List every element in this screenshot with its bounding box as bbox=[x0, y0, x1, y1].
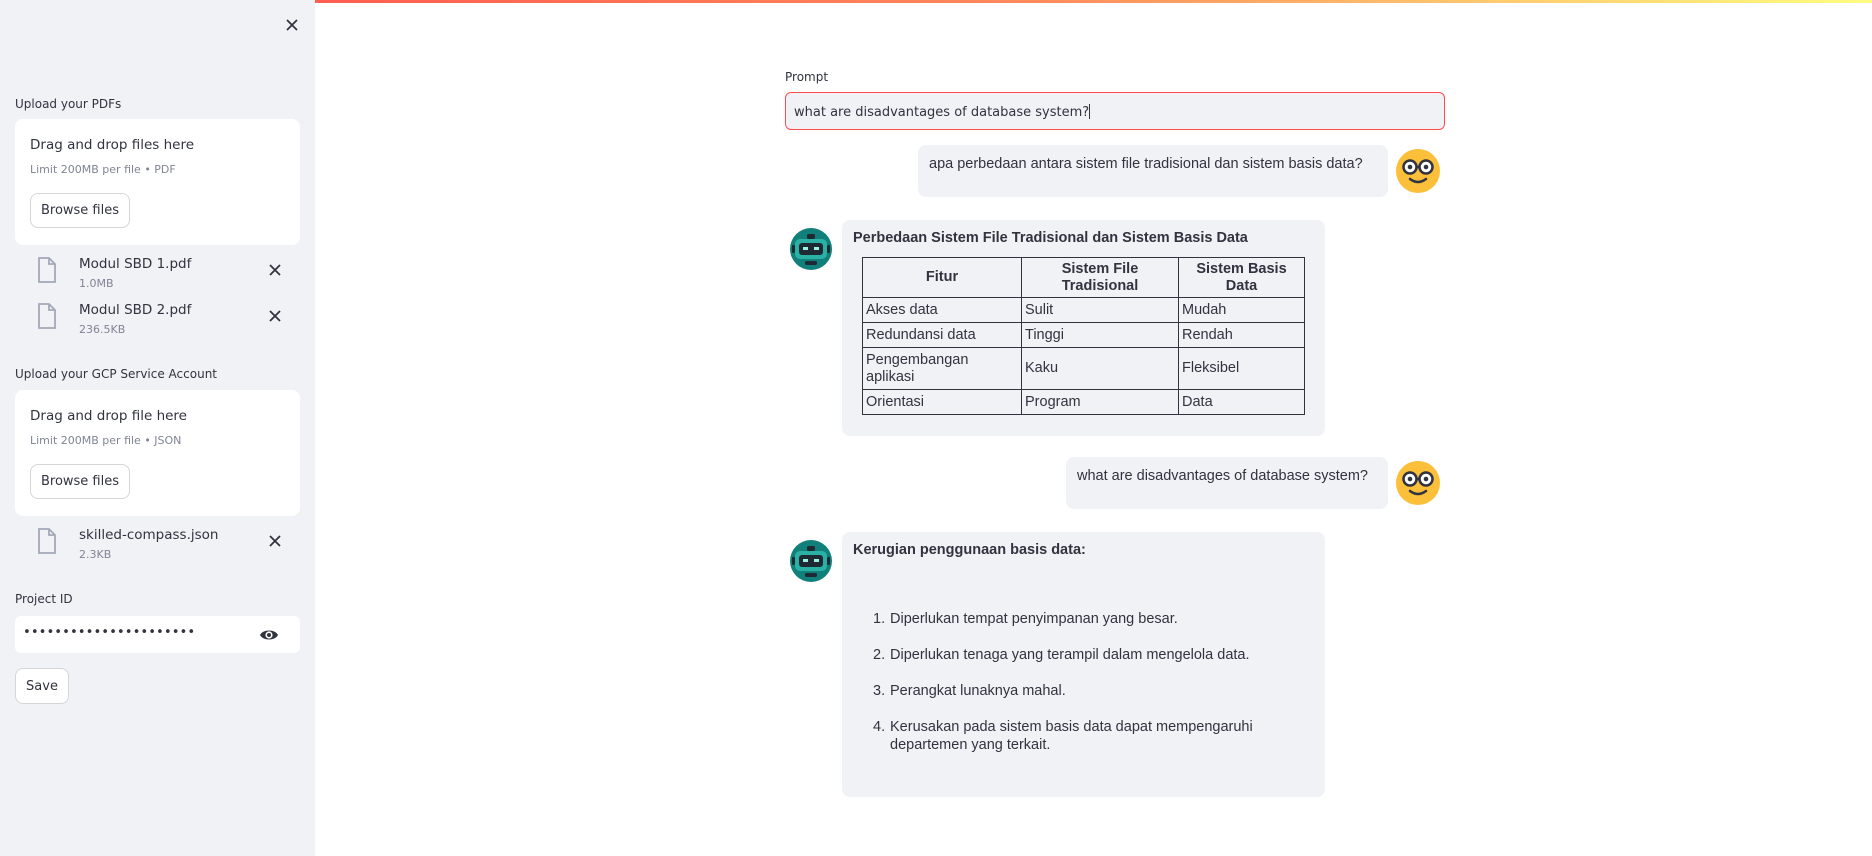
close-sidebar-button[interactable] bbox=[281, 14, 303, 36]
file-icon bbox=[38, 303, 56, 329]
table-cell: Data bbox=[1178, 389, 1305, 415]
user-avatar-icon bbox=[1396, 149, 1440, 193]
user-avatar-icon bbox=[1396, 461, 1440, 505]
bot-avatar-icon bbox=[790, 540, 832, 582]
uploaded-file-item: Modul SBD 2.pdf 236.5KB bbox=[15, 298, 300, 340]
gcp-dropzone[interactable]: Drag and drop file here Limit 200MB per … bbox=[15, 390, 300, 516]
gcp-browse-button[interactable]: Browse files bbox=[30, 464, 130, 499]
pdf-browse-button[interactable]: Browse files bbox=[30, 193, 130, 228]
prompt-value: what are disadvantages of database syste… bbox=[794, 104, 1091, 120]
list-number: 2. bbox=[873, 647, 886, 663]
table-row: Orientasi Program Data bbox=[862, 389, 1305, 415]
uploaded-file-item: Modul SBD 1.pdf 1.0MB bbox=[15, 252, 300, 294]
remove-file-icon[interactable] bbox=[265, 531, 285, 551]
list-item-text: Kerusakan pada sistem basis data dapat m… bbox=[890, 719, 1253, 735]
table-cell: Fleksibel bbox=[1178, 347, 1305, 390]
file-size: 1.0MB bbox=[79, 277, 114, 290]
project-id-input[interactable]: •••••••••••••••••••••• bbox=[15, 616, 300, 653]
gcp-dropzone-title: Drag and drop file here bbox=[30, 408, 187, 424]
table-cell: Orientasi bbox=[862, 389, 1022, 415]
table-cell: Sulit bbox=[1021, 297, 1179, 323]
assistant-message-title: Perbedaan Sistem File Tradisional dan Si… bbox=[853, 230, 1248, 246]
file-name: Modul SBD 1.pdf bbox=[79, 256, 192, 272]
pdf-uploader-label: Upload your PDFs bbox=[15, 97, 122, 111]
prompt-label: Prompt bbox=[785, 70, 829, 84]
uploaded-file-item: skilled-compass.json 2.3KB bbox=[15, 523, 300, 565]
table-header-cell: Sistem File Tradisional bbox=[1021, 257, 1179, 298]
list-item-text: departemen yang terkait. bbox=[890, 737, 1051, 753]
table-header-cell: Sistem Basis Data bbox=[1178, 257, 1305, 298]
prompt-input[interactable]: what are disadvantages of database syste… bbox=[785, 92, 1445, 130]
project-id-label: Project ID bbox=[15, 592, 73, 606]
file-icon bbox=[38, 528, 56, 554]
list-number: 1. bbox=[873, 611, 886, 627]
user-message: what are disadvantages of database syste… bbox=[1066, 457, 1388, 509]
user-message-text: apa perbedaan antara sistem file tradisi… bbox=[929, 156, 1363, 172]
table-row: Redundansi data Tinggi Rendah bbox=[862, 322, 1305, 348]
file-size: 236.5KB bbox=[79, 323, 126, 336]
eye-icon[interactable] bbox=[258, 624, 280, 646]
table-cell: Pengembangan aplikasi bbox=[862, 347, 1022, 390]
bot-avatar-icon bbox=[790, 228, 832, 270]
project-id-value: •••••••••••••••••••••• bbox=[23, 625, 196, 640]
text-caret bbox=[1089, 104, 1091, 119]
user-message: apa perbedaan antara sistem file tradisi… bbox=[918, 145, 1388, 197]
list-item-text: Diperlukan tenaga yang terampil dalam me… bbox=[890, 647, 1250, 663]
table-cell: Rendah bbox=[1178, 322, 1305, 348]
table-cell: Redundansi data bbox=[862, 322, 1022, 348]
table-cell: Tinggi bbox=[1021, 322, 1179, 348]
file-name: Modul SBD 2.pdf bbox=[79, 302, 192, 318]
close-icon bbox=[286, 19, 298, 31]
remove-file-icon[interactable] bbox=[265, 306, 285, 326]
save-button[interactable]: Save bbox=[15, 668, 69, 704]
table-header-row: Fitur Sistem File Tradisional Sistem Bas… bbox=[862, 257, 1305, 298]
assistant-message: Kerugian penggunaan basis data: 1. Diper… bbox=[842, 532, 1325, 797]
table-row: Akses data Sulit Mudah bbox=[862, 297, 1305, 323]
file-name: skilled-compass.json bbox=[79, 527, 219, 543]
table-cell: Mudah bbox=[1178, 297, 1305, 323]
table-header-cell: Fitur bbox=[862, 257, 1022, 298]
list-number: 3. bbox=[873, 683, 886, 699]
remove-file-icon[interactable] bbox=[265, 260, 285, 280]
pdf-dropzone-title: Drag and drop files here bbox=[30, 137, 195, 153]
table-cell: Kaku bbox=[1021, 347, 1179, 390]
table-cell: Akses data bbox=[862, 297, 1022, 323]
list-item-text: Diperlukan tempat penyimpanan yang besar… bbox=[890, 611, 1178, 627]
assistant-message-title: Kerugian penggunaan basis data: bbox=[853, 542, 1086, 558]
table-row: Pengembangan aplikasi Kaku Fleksibel bbox=[862, 347, 1305, 390]
comparison-table: Fitur Sistem File Tradisional Sistem Bas… bbox=[862, 257, 1305, 415]
gcp-dropzone-limit: Limit 200MB per file • JSON bbox=[30, 434, 182, 447]
list-item-text: Perangkat lunaknya mahal. bbox=[890, 683, 1066, 699]
list-number: 4. bbox=[873, 719, 886, 735]
assistant-message: Perbedaan Sistem File Tradisional dan Si… bbox=[842, 220, 1325, 436]
gcp-uploader-label: Upload your GCP Service Account bbox=[15, 367, 218, 381]
table-cell: Program bbox=[1021, 389, 1179, 415]
pdf-dropzone[interactable]: Drag and drop files here Limit 200MB per… bbox=[15, 119, 300, 245]
sidebar: Upload your PDFs Drag and drop files her… bbox=[0, 0, 315, 856]
pdf-dropzone-limit: Limit 200MB per file • PDF bbox=[30, 163, 176, 176]
file-icon bbox=[38, 257, 56, 283]
user-message-text: what are disadvantages of database syste… bbox=[1077, 468, 1368, 484]
prompt-text: what are disadvantages of database syste… bbox=[794, 105, 1090, 120]
file-size: 2.3KB bbox=[79, 548, 112, 561]
